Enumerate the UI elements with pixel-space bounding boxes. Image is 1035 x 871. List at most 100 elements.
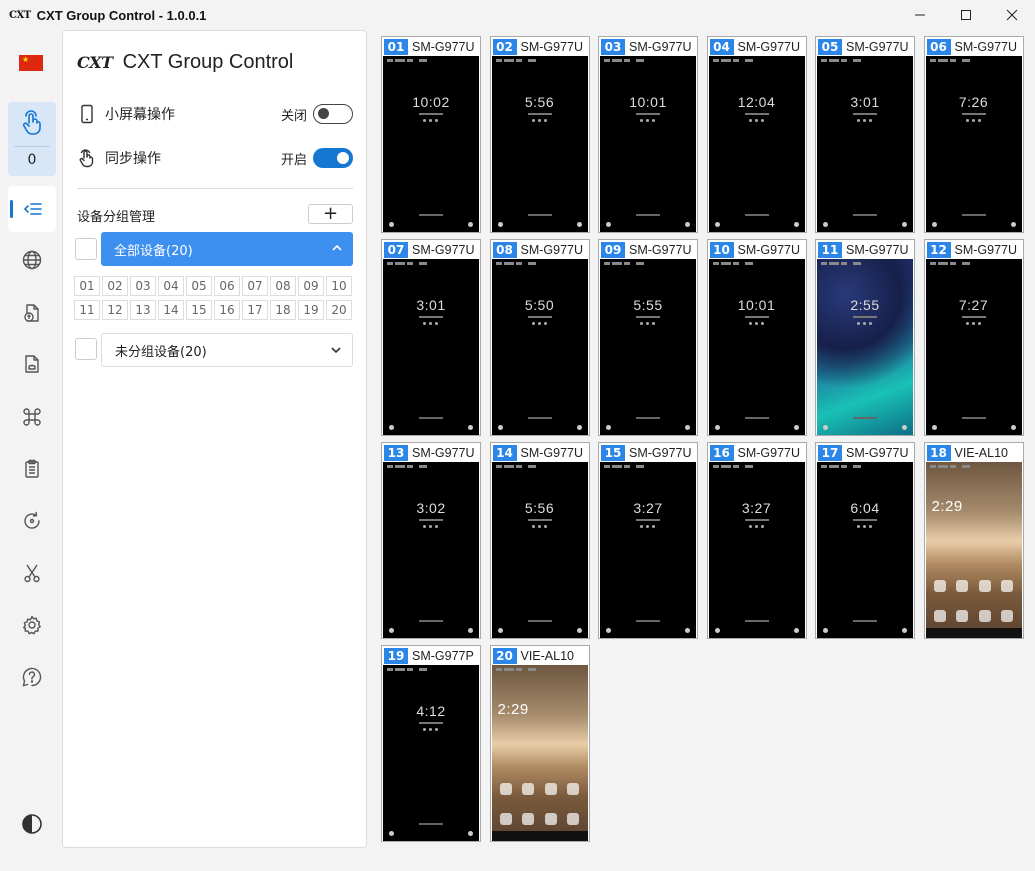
device-number-cell[interactable]: 07	[242, 276, 268, 296]
device-number-cell[interactable]: 09	[298, 276, 324, 296]
device-tile[interactable]: 07 SM-G977U 3:01	[381, 239, 481, 436]
device-tile[interactable]: 08 SM-G977U 5:50	[489, 239, 590, 436]
rail-item-refresh[interactable]	[21, 510, 43, 532]
device-screen[interactable]: 10:01	[708, 259, 805, 435]
device-screen[interactable]: 2:29	[491, 665, 588, 841]
device-tile[interactable]: 05 SM-G977U 3:01	[815, 36, 915, 233]
device-screen[interactable]: 5:50	[491, 259, 588, 435]
device-screen[interactable]: 3:01	[383, 259, 479, 435]
status-bar	[387, 59, 475, 63]
lock-screen-hint	[636, 214, 660, 216]
rail-item-help[interactable]	[21, 666, 43, 688]
device-tile[interactable]: 03 SM-G977U 10:01	[598, 36, 698, 233]
device-model: SM-G977U	[412, 445, 475, 460]
device-screen[interactable]: 3:27	[600, 462, 696, 638]
phone-shortcut-icon	[823, 222, 828, 227]
rail-item-globe[interactable]	[21, 249, 43, 271]
device-screen[interactable]: 3:27	[708, 462, 805, 638]
device-screen[interactable]: 10:02	[383, 56, 479, 232]
add-group-button[interactable]: +	[308, 204, 353, 224]
lock-screen-time: 5:50	[524, 297, 555, 313]
device-number-cell[interactable]: 18	[270, 300, 296, 320]
device-screen[interactable]: 7:26	[925, 56, 1022, 232]
device-screen[interactable]: 6:04	[817, 462, 913, 638]
device-tile[interactable]: 10 SM-G977U 10:01	[706, 239, 807, 436]
device-tile[interactable]: 19 SM-G977P 4:12	[381, 645, 481, 842]
device-number-cell[interactable]: 13	[130, 300, 156, 320]
device-tile[interactable]: 15 SM-G977U 3:27	[598, 442, 698, 639]
device-screen[interactable]: 2:55	[817, 259, 913, 435]
device-number-cell[interactable]: 06	[214, 276, 240, 296]
device-tile[interactable]: 09 SM-G977U 5:55	[598, 239, 698, 436]
device-screen[interactable]: 3:02	[383, 462, 479, 638]
all-devices-checkbox[interactable]	[75, 238, 97, 260]
device-tile[interactable]: 04 SM-G977U 12:04	[706, 36, 807, 233]
rail-item-theme[interactable]	[21, 813, 43, 835]
device-number-badge: 05	[818, 38, 842, 55]
lock-screen-hint	[419, 620, 443, 622]
device-tile[interactable]: 11 SM-G977U 2:55	[815, 239, 915, 436]
device-screen[interactable]: 5:55	[600, 259, 696, 435]
rail-item-settings[interactable]	[21, 614, 43, 636]
device-tile[interactable]: 16 SM-G977U 3:27	[706, 442, 807, 639]
device-number-cell[interactable]: 05	[186, 276, 212, 296]
device-number-cell[interactable]: 14	[158, 300, 184, 320]
device-tile[interactable]: 01 SM-G977U 10:02	[381, 36, 481, 233]
device-number-cell[interactable]: 16	[214, 300, 240, 320]
lock-screen-hint	[853, 417, 877, 419]
sync-toggle[interactable]	[313, 148, 353, 168]
app-icon-row	[499, 783, 580, 795]
status-bar	[495, 668, 584, 672]
touch-control-button[interactable]: 0	[8, 102, 56, 176]
device-number-cell[interactable]: 10	[326, 276, 352, 296]
phone-shortcut-icon	[389, 425, 394, 430]
device-tile[interactable]: 18 VIE-AL10 2:29	[923, 442, 1024, 639]
device-screen[interactable]: 12:04	[708, 56, 805, 232]
device-screen[interactable]: 5:56	[491, 56, 588, 232]
camera-shortcut-icon	[468, 222, 473, 227]
lock-screen-date	[744, 113, 769, 115]
rail-item-apk[interactable]	[21, 353, 43, 375]
device-tile[interactable]: 17 SM-G977U 6:04	[815, 442, 915, 639]
group-ungrouped-devices[interactable]: 未分组设备(20)	[101, 333, 353, 367]
device-number-cell[interactable]: 11	[74, 300, 100, 320]
rail-item-group-list[interactable]	[8, 186, 56, 232]
china-flag-icon[interactable]: ★	[19, 55, 43, 71]
ungrouped-devices-checkbox[interactable]	[75, 338, 97, 360]
minimize-button[interactable]	[897, 0, 943, 30]
device-screen[interactable]: 5:56	[491, 462, 588, 638]
title-bar: CXT CXT Group Control - 1.0.0.1	[0, 0, 1035, 30]
device-number-cell[interactable]: 19	[298, 300, 324, 320]
notification-icons	[748, 119, 765, 122]
device-number-cell[interactable]: 20	[326, 300, 352, 320]
maximize-button[interactable]	[943, 0, 989, 30]
device-tile[interactable]: 02 SM-G977U 5:56	[489, 36, 590, 233]
lock-screen-time: 12:04	[737, 94, 776, 110]
device-screen[interactable]: 10:01	[600, 56, 696, 232]
device-number-cell[interactable]: 03	[130, 276, 156, 296]
rail-item-command[interactable]	[21, 406, 43, 428]
device-number-cell[interactable]: 01	[74, 276, 100, 296]
device-number-cell[interactable]: 15	[186, 300, 212, 320]
device-screen[interactable]: 4:12	[383, 665, 479, 841]
rail-item-clipboard[interactable]	[21, 458, 43, 480]
close-button[interactable]	[989, 0, 1035, 30]
device-tile[interactable]: 14 SM-G977U 5:56	[489, 442, 590, 639]
device-number-cell[interactable]: 17	[242, 300, 268, 320]
camera-shortcut-icon	[576, 222, 582, 227]
device-tile[interactable]: 06 SM-G977U 7:26	[923, 36, 1024, 233]
device-number-cell[interactable]: 02	[102, 276, 128, 296]
device-tile[interactable]: 12 SM-G977U 7:27	[923, 239, 1024, 436]
rail-item-cut[interactable]	[21, 562, 43, 584]
device-screen[interactable]: 2:29	[925, 462, 1022, 638]
group-all-devices[interactable]: 全部设备(20)	[101, 232, 353, 266]
device-number-cell[interactable]: 08	[270, 276, 296, 296]
device-tile[interactable]: 20 VIE-AL10 2:29	[489, 645, 590, 842]
small-screen-toggle[interactable]	[313, 104, 353, 124]
rail-item-upload-file[interactable]	[21, 302, 43, 324]
device-tile[interactable]: 13 SM-G977U 3:02	[381, 442, 481, 639]
device-number-cell[interactable]: 04	[158, 276, 184, 296]
device-screen[interactable]: 3:01	[817, 56, 913, 232]
device-number-cell[interactable]: 12	[102, 300, 128, 320]
device-screen[interactable]: 7:27	[925, 259, 1022, 435]
